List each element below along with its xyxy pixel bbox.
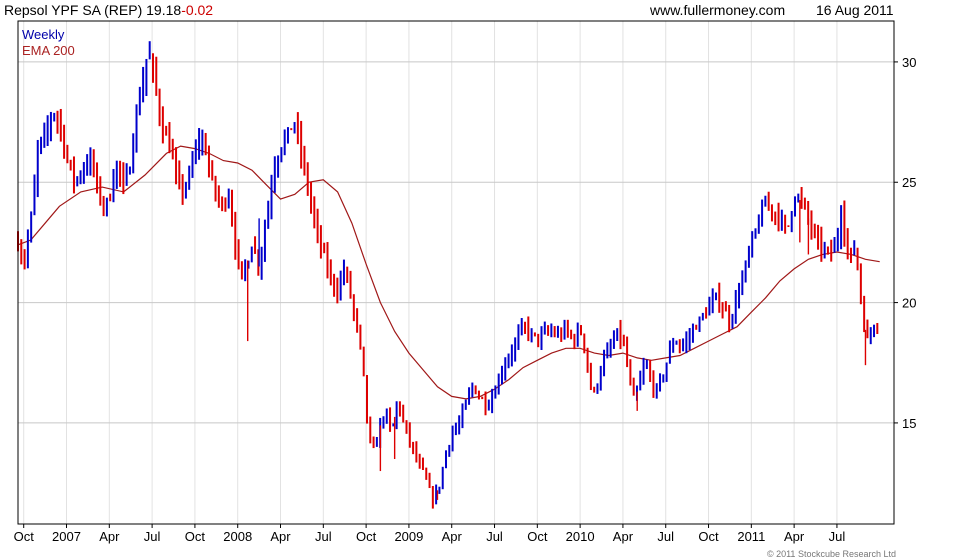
instrument-name: Repsol YPF SA (REP): [4, 2, 143, 18]
x-tick-label: Apr: [613, 529, 634, 544]
chart-axes: Oct 2007 Apr Jul Oct 2008 Apr Jul Oct 2009 Apr Jul O…: [14, 20, 916, 544]
chart-title: Repsol YPF SA (REP) 19.18-0.02: [4, 2, 213, 18]
x-tick-label: Jul: [486, 529, 503, 544]
x-tick-label: Apr: [99, 529, 120, 544]
last-price: 19.18: [146, 2, 182, 18]
x-tick-label: Jul: [829, 529, 846, 544]
y-tick-label: 30: [902, 55, 916, 70]
chart-grid: [18, 21, 894, 524]
copyright: © 2011 Stockcube Research Ltd: [766, 549, 896, 559]
x-tick-label: Apr: [442, 529, 463, 544]
x-tick-label: 2009: [394, 529, 423, 544]
x-tick-label: Apr: [270, 529, 291, 544]
x-tick-label: Oct: [14, 529, 35, 544]
price-change: -0.02: [181, 2, 214, 18]
x-tick-label: Oct: [185, 529, 206, 544]
chart-date: 16 Aug 2011: [816, 2, 894, 18]
ema-line: [17, 145, 880, 400]
site-url: www.fullermoney.com: [650, 2, 786, 18]
price-chart: Oct 2007 Apr Jul Oct 2008 Apr Jul Oct 2009 Apr Jul O…: [14, 20, 916, 544]
y-tick-label: 20: [902, 296, 916, 311]
x-tick-label: 2008: [223, 529, 252, 544]
x-tick-label: Jul: [144, 529, 161, 544]
legend-ema: EMA 200: [22, 43, 75, 58]
x-tick-label: Oct: [356, 529, 377, 544]
legend-weekly: Weekly: [22, 27, 65, 42]
y-tick-label: 15: [902, 416, 916, 431]
weekly-price-bars: [17, 41, 879, 509]
ema-200-series: [17, 145, 880, 400]
x-tick-label: 2011: [737, 529, 765, 544]
x-tick-label: Jul: [657, 529, 674, 544]
x-tick-label: Oct: [527, 529, 548, 544]
x-tick-label: 2007: [52, 529, 81, 544]
x-tick-label: Apr: [784, 529, 805, 544]
y-tick-label: 25: [902, 175, 916, 190]
plot-frame: [17, 20, 895, 525]
x-tick-label: Jul: [315, 529, 332, 544]
x-tick-label: 2010: [566, 529, 595, 544]
x-tick-label: Oct: [698, 529, 719, 544]
